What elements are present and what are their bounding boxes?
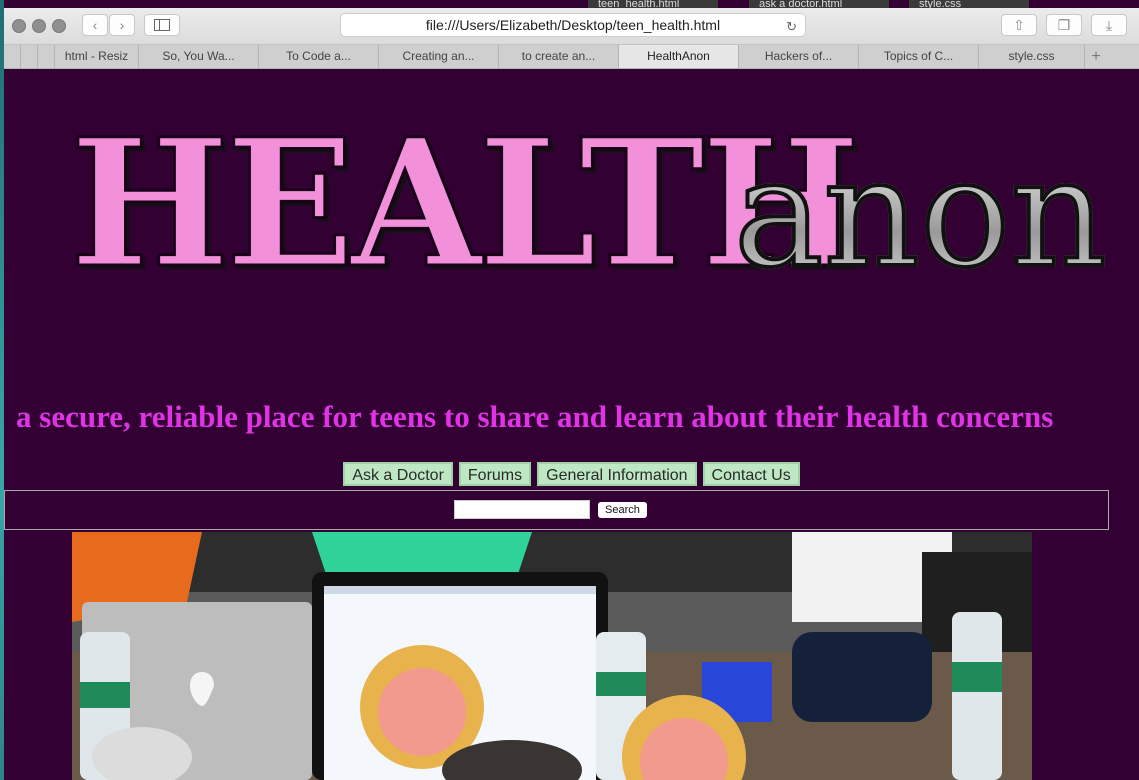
share-icon: ⇧	[1013, 17, 1025, 33]
tab-label: to create an...	[521, 49, 596, 63]
zoom-window-button[interactable]	[52, 19, 66, 33]
tab-label: HealthAnon	[647, 49, 710, 63]
tab-so-you-want[interactable]: So, You Wa...	[139, 45, 259, 68]
background-tab-label: style.css	[919, 0, 962, 8]
tabs-overview-icon: ❐	[1057, 17, 1071, 33]
tab-pinned-2[interactable]	[21, 45, 38, 68]
tab-style-css[interactable]: style.css	[979, 45, 1085, 68]
tab-label: style.css	[1008, 49, 1055, 63]
chevron-left-icon: ‹	[92, 17, 98, 33]
tabs-overview-button[interactable]: ❐	[1046, 14, 1082, 36]
browser-window: teen_health.html ask a doctor.html style…	[4, 0, 1139, 780]
background-tab-3[interactable]: style.css	[909, 0, 1029, 8]
hero-photo-image	[72, 532, 1032, 780]
download-icon: ⤓	[1105, 17, 1113, 33]
chevron-right-icon: ›	[119, 17, 125, 33]
hero-photo	[72, 532, 1032, 780]
tab-to-code[interactable]: To Code a...	[259, 45, 379, 68]
tab-label: Hackers of...	[764, 49, 833, 63]
nav-ask-a-doctor[interactable]: Ask a Doctor	[343, 462, 453, 486]
reload-icon[interactable]: ↻	[786, 16, 797, 38]
nav-contact-us[interactable]: Contact Us	[702, 462, 800, 486]
site-tagline: a secure, reliable place for teens to sh…	[16, 399, 1054, 434]
background-tab-2[interactable]: ask a doctor.html	[749, 0, 889, 8]
background-tab-label: teen_health.html	[598, 0, 680, 8]
close-window-button[interactable]	[12, 19, 26, 33]
tab-pinned-1[interactable]	[4, 45, 21, 68]
address-text: file:///Users/Elizabeth/Desktop/teen_hea…	[425, 17, 721, 33]
search-input[interactable]	[454, 500, 590, 519]
search-button[interactable]: Search	[598, 502, 647, 518]
tab-to-create[interactable]: to create an...	[499, 45, 619, 68]
logo-anon-text: anon	[732, 124, 1109, 304]
tab-bar: html - Resiz So, You Wa... To Code a... …	[4, 45, 1139, 69]
background-tab-1[interactable]: teen_health.html	[588, 0, 718, 8]
sidebar-icon	[154, 19, 170, 31]
background-tab-label: ask a doctor.html	[759, 0, 843, 8]
tab-html-resize[interactable]: html - Resiz	[55, 45, 139, 68]
tab-creating[interactable]: Creating an...	[379, 45, 499, 68]
tab-label: Creating an...	[402, 49, 475, 63]
plus-icon: +	[1091, 48, 1101, 65]
sidebar-button[interactable]	[144, 14, 180, 36]
tab-topics[interactable]: Topics of C...	[859, 45, 979, 68]
tab-pinned-3[interactable]	[38, 45, 55, 68]
forward-button[interactable]: ›	[109, 14, 135, 36]
back-button[interactable]: ‹	[82, 14, 108, 36]
new-tab-button[interactable]: +	[1085, 45, 1107, 68]
address-bar[interactable]: file:///Users/Elizabeth/Desktop/teen_hea…	[340, 13, 806, 37]
nav-general-information[interactable]: General Information	[537, 462, 697, 486]
tab-healthanon[interactable]: HealthAnon	[619, 45, 739, 68]
downloads-button[interactable]: ⤓	[1091, 14, 1127, 36]
share-button[interactable]: ⇧	[1001, 14, 1037, 36]
tab-label: So, You Wa...	[162, 49, 235, 63]
tab-label: Topics of C...	[883, 49, 954, 63]
tab-hackers[interactable]: Hackers of...	[739, 45, 859, 68]
search-bar: Search	[4, 490, 1109, 530]
tab-label: To Code a...	[286, 49, 351, 63]
nav-forums[interactable]: Forums	[458, 462, 532, 486]
web-page: HEALTH anon a secure, reliable place for…	[4, 69, 1139, 780]
minimize-window-button[interactable]	[32, 19, 46, 33]
browser-toolbar: ‹ › file:///Users/Elizabeth/Desktop/teen…	[4, 8, 1139, 45]
main-nav: Ask a Doctor Forums General Information …	[4, 462, 1139, 486]
tab-label: html - Resiz	[64, 49, 129, 63]
